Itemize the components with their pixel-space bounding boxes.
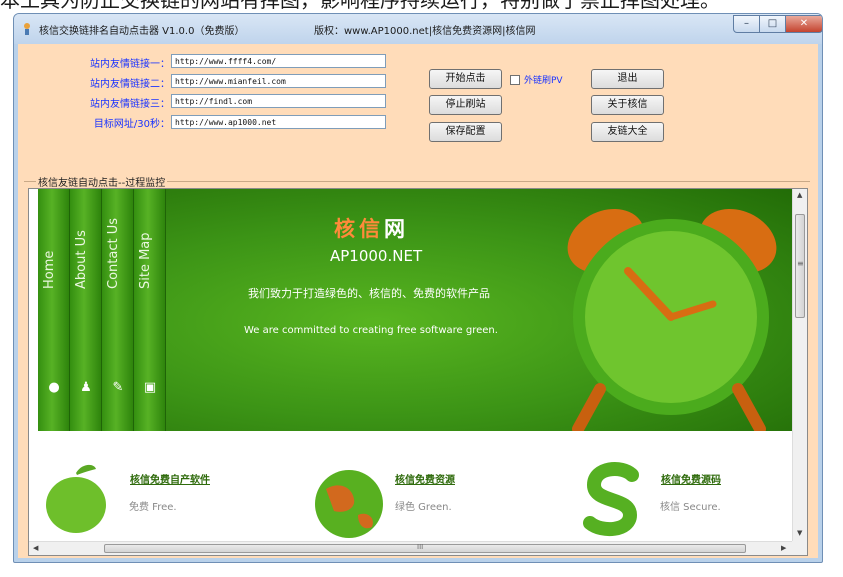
- minimize-button[interactable]: –: [733, 15, 760, 33]
- grass-clock-image: [567, 208, 777, 431]
- vertical-scrollbar[interactable]: ▲ ≡ ▼: [792, 189, 807, 541]
- site-banner: Home ● About Us ♟ Contact Us ✎ Site Map …: [38, 189, 792, 431]
- monitor-group-title: 核信友链自动点击--过程监控: [36, 174, 168, 189]
- horizontal-grip-icon: III: [417, 543, 424, 551]
- about-button[interactable]: 关于核信: [591, 95, 664, 115]
- top-caption: 本工具为防止交换链的网站有挥图，影响程序持续运行，特别做了禁止挥图处理。: [0, 0, 720, 12]
- source-code-desc: 核信 Secure.: [660, 502, 721, 513]
- people-icon: ♟: [80, 380, 92, 395]
- nav-tab-sitemap[interactable]: Site Map ▣: [134, 189, 166, 431]
- stop-button[interactable]: 停止刷站: [429, 95, 502, 115]
- scroll-right-icon[interactable]: ▶: [781, 544, 786, 552]
- site-logo-cn: 核信网: [334, 213, 409, 243]
- vertical-grip-icon: ≡: [797, 259, 804, 268]
- slogan-cn: 我们致力于打造绿色的、核信的、免费的软件产品: [248, 287, 490, 300]
- pv-checkbox-label[interactable]: 外链刷PV: [524, 73, 563, 86]
- nav-tab-contact[interactable]: Contact Us ✎: [102, 189, 134, 431]
- scrollbar-corner: [792, 541, 807, 555]
- link2-input[interactable]: http://www.mianfeil.com: [171, 74, 386, 88]
- start-button[interactable]: 开始点击: [429, 69, 502, 89]
- link3-label: 站内友情链接三：: [90, 99, 170, 110]
- logo-cn-suffix: 网: [384, 217, 409, 241]
- exit-button[interactable]: 退出: [591, 69, 664, 89]
- scroll-down-icon[interactable]: ▼: [797, 529, 802, 537]
- site-content: 核信免费自产软件 免费 Free. 核信免费资源 绿色 Green. 核信免费源…: [29, 431, 792, 541]
- nav-tab-about[interactable]: About Us ♟: [70, 189, 102, 431]
- close-button[interactable]: ✕: [785, 15, 822, 33]
- scroll-left-icon[interactable]: ◀: [33, 544, 38, 552]
- software-link[interactable]: 核信免费自产软件: [130, 471, 210, 486]
- dollar-icon: [583, 462, 639, 537]
- links-directory-button[interactable]: 友链大全: [591, 122, 664, 142]
- window-title: 核信交换链排名自动点击器 V1.0.0（免费版）: [39, 26, 245, 37]
- apple-icon: [46, 464, 106, 533]
- link2-label: 站内友情链接二：: [90, 79, 170, 90]
- link1-label: 站内友情链接一：: [90, 59, 170, 70]
- client-area: 站内友情链接一： http://www.ffff4.com/ 站内友情链接二： …: [18, 44, 818, 558]
- resources-desc: 绿色 Green.: [395, 502, 452, 513]
- window-copyright: 版权：www.AP1000.net|核信免费资源网|核信网: [314, 26, 536, 37]
- software-desc: 免费 Free.: [129, 502, 177, 513]
- nav-tab-label: Contact Us: [106, 218, 121, 289]
- save-config-button[interactable]: 保存配置: [429, 122, 502, 142]
- vertical-scroll-thumb[interactable]: ≡: [795, 214, 805, 318]
- scroll-up-icon[interactable]: ▲: [797, 191, 802, 199]
- target-url-input[interactable]: http://www.ap1000.net: [171, 115, 386, 129]
- bulb-icon: ●: [48, 380, 60, 395]
- handshake-icon: ✎: [112, 380, 124, 395]
- app-icon: [24, 23, 30, 35]
- target-url-label: 目标网址/30秒：: [93, 119, 170, 130]
- horizontal-scroll-thumb[interactable]: III: [104, 543, 746, 553]
- nav-tab-label: About Us: [74, 230, 89, 289]
- embedded-browser[interactable]: Home ● About Us ♟ Contact Us ✎ Site Map …: [28, 188, 808, 556]
- app-window: 核信交换链排名自动点击器 V1.0.0（免费版） 版权：www.AP1000.n…: [13, 13, 823, 563]
- link3-input[interactable]: http://findl.com: [171, 94, 386, 108]
- nav-tab-label: Site Map: [138, 232, 153, 289]
- horizontal-scrollbar[interactable]: ◀ III ▶: [29, 541, 792, 555]
- site-logo-en: AP1000.NET: [330, 247, 423, 265]
- nav-tab-home[interactable]: Home ●: [38, 189, 70, 431]
- globe-icon: [315, 470, 383, 538]
- title-bar[interactable]: 核信交换链排名自动点击器 V1.0.0（免费版） 版权：www.AP1000.n…: [14, 14, 822, 44]
- resources-link[interactable]: 核信免费资源: [395, 471, 455, 486]
- pv-checkbox[interactable]: [510, 75, 520, 85]
- logo-cn-text: 核信: [334, 217, 384, 241]
- source-code-link[interactable]: 核信免费源码: [661, 471, 721, 486]
- maximize-button[interactable]: □: [759, 15, 786, 33]
- monitor-icon: ▣: [143, 380, 157, 395]
- link1-input[interactable]: http://www.ffff4.com/: [171, 54, 386, 68]
- nav-tab-label: Home: [42, 250, 57, 289]
- slogan-en: We are committed to creating free softwa…: [244, 325, 498, 336]
